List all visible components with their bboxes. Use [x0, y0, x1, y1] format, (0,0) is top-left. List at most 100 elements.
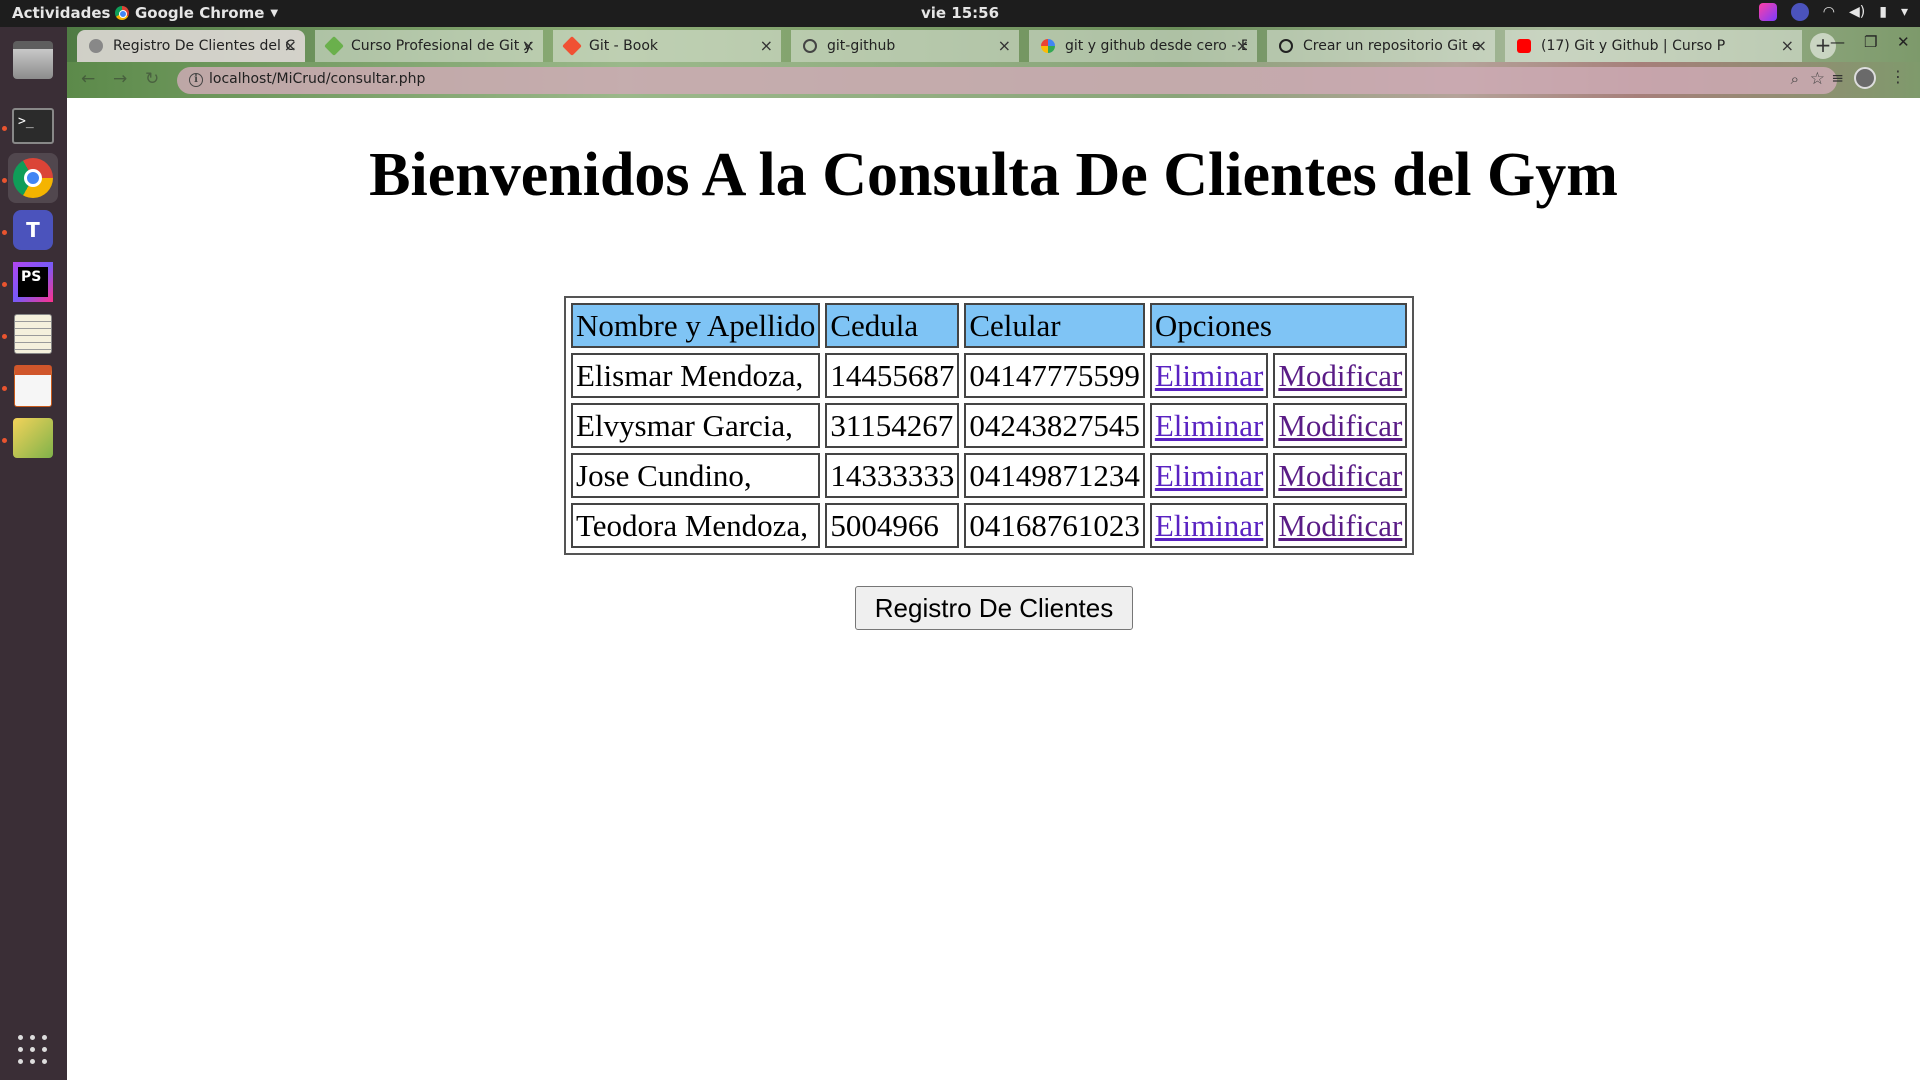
app-grid-icon[interactable] — [18, 1035, 48, 1065]
youtube-icon — [1517, 39, 1531, 53]
text-editor-icon — [14, 314, 52, 354]
tab-git-book[interactable]: Git - Book × — [553, 30, 781, 62]
caret-down-icon[interactable]: ▾ — [1901, 4, 1908, 20]
git-icon — [562, 36, 582, 56]
tab-title: git y github desde cero - B — [1065, 38, 1247, 54]
close-icon[interactable]: × — [522, 30, 535, 62]
dock-image-viewer[interactable] — [8, 413, 58, 463]
link-icon — [1279, 39, 1293, 53]
close-icon[interactable]: × — [998, 30, 1011, 62]
volume-icon[interactable]: ◀) — [1849, 4, 1865, 20]
plus-icon: + — [1814, 33, 1832, 57]
header-opciones: Opciones — [1149, 303, 1408, 348]
url-text[interactable]: localhost/MiCrud/consultar.php — [209, 71, 425, 87]
dock-terminal[interactable]: >_ — [8, 101, 58, 151]
forward-icon[interactable]: → — [113, 69, 127, 89]
cell-eliminar: Eliminar — [1149, 353, 1269, 398]
terminal-icon: >_ — [12, 108, 54, 144]
tab-title: (17) Git y Github | Curso P — [1541, 38, 1726, 54]
tab-youtube[interactable]: (17) Git y Github | Curso P × — [1505, 30, 1802, 62]
cell-nombre: Jose Cundino, — [571, 453, 821, 498]
tab-google-search[interactable]: git y github desde cero - B × — [1029, 30, 1257, 62]
cell-celular: 04147775599 — [964, 353, 1145, 398]
image-viewer-icon — [13, 418, 53, 458]
tab-crear-repositorio[interactable]: Crear un repositorio Git e × — [1267, 30, 1495, 62]
google-icon — [1041, 39, 1055, 53]
table-row: Elvysmar Garcia, 31154267 04243827545 El… — [571, 403, 1408, 448]
close-icon[interactable]: × — [1236, 30, 1249, 62]
header-cedula: Cedula — [825, 303, 960, 348]
teams-icon: T — [13, 210, 53, 250]
tab-title: Git - Book — [589, 38, 659, 54]
avatar[interactable] — [1854, 67, 1876, 89]
globe-icon — [803, 39, 817, 53]
menu-icon[interactable]: ⋮ — [1890, 67, 1906, 86]
clientes-table: Nombre y Apellido Cedula Celular Opcione… — [564, 296, 1415, 555]
cell-cedula: 14333333 — [825, 453, 960, 498]
wifi-icon[interactable]: ◠ — [1823, 4, 1835, 20]
battery-icon[interactable]: ▮ — [1879, 4, 1887, 20]
cell-cedula: 14455687 — [825, 353, 960, 398]
eliminar-link[interactable]: Eliminar — [1155, 458, 1263, 493]
eliminar-link[interactable]: Eliminar — [1155, 508, 1263, 543]
tray-app-icon[interactable] — [1758, 3, 1777, 21]
cell-modificar: Modificar — [1273, 453, 1408, 498]
phpstorm-icon: PS — [13, 262, 53, 302]
close-icon[interactable]: × — [1781, 30, 1794, 62]
registro-clientes-button[interactable]: Registro De Clientes — [855, 586, 1133, 630]
system-tray[interactable]: ◠ ◀) ▮ ▾ — [1758, 3, 1908, 21]
teams-tray-icon[interactable] — [1790, 3, 1809, 21]
tab-strip: Registro De Clientes del C × Curso Profe… — [67, 27, 1920, 62]
dock-text-editor[interactable] — [8, 309, 58, 359]
chrome-icon — [13, 158, 53, 198]
cell-eliminar: Eliminar — [1149, 403, 1269, 448]
running-indicator — [2, 230, 7, 235]
table-header-row: Nombre y Apellido Cedula Celular Opcione… — [571, 303, 1408, 348]
cell-cedula: 5004966 — [825, 503, 960, 548]
platzi-icon — [324, 36, 344, 56]
address-bar[interactable]: i localhost/MiCrud/consultar.php ⌕ ☆ — [177, 67, 1837, 94]
star-icon[interactable]: ☆ — [1810, 69, 1825, 89]
gnome-top-bar: Actividades Google Chrome ▼ vie 15:56 ◠ … — [0, 0, 1920, 27]
eliminar-link[interactable]: Eliminar — [1155, 358, 1263, 393]
reload-icon[interactable]: ↻ — [145, 69, 159, 89]
running-indicator — [2, 178, 7, 183]
cell-eliminar: Eliminar — [1149, 453, 1269, 498]
info-icon[interactable]: i — [189, 73, 203, 87]
zoom-icon[interactable]: ⌕ — [1791, 70, 1799, 88]
close-icon[interactable]: × — [1474, 30, 1487, 62]
header-celular: Celular — [964, 303, 1145, 348]
cell-celular: 04168761023 — [964, 503, 1145, 548]
modificar-link[interactable]: Modificar — [1278, 508, 1402, 543]
impress-icon — [14, 365, 52, 407]
dock-impress[interactable] — [8, 361, 58, 411]
back-icon[interactable]: ← — [81, 69, 95, 89]
cell-celular: 04243827545 — [964, 403, 1145, 448]
dock-files[interactable] — [8, 35, 58, 85]
header-nombre: Nombre y Apellido — [571, 303, 821, 348]
tab-registro[interactable]: Registro De Clientes del C × — [77, 30, 305, 62]
cell-celular: 04149871234 — [964, 453, 1145, 498]
tab-git-github[interactable]: git-github × — [791, 30, 1019, 62]
dock-phpstorm[interactable]: PS — [8, 257, 58, 307]
media-control-icon[interactable]: ≡ — [1831, 69, 1844, 87]
dock-chrome[interactable] — [8, 153, 58, 203]
table-row: Jose Cundino, 14333333 04149871234 Elimi… — [571, 453, 1408, 498]
close-window-icon[interactable]: ✕ — [1897, 33, 1910, 51]
running-indicator — [2, 438, 7, 443]
running-indicator — [2, 386, 7, 391]
close-icon[interactable]: × — [760, 30, 773, 62]
modificar-link[interactable]: Modificar — [1278, 408, 1402, 443]
cell-modificar: Modificar — [1273, 403, 1408, 448]
tab-curso-git[interactable]: Curso Profesional de Git y × — [315, 30, 543, 62]
eliminar-link[interactable]: Eliminar — [1155, 408, 1263, 443]
close-icon[interactable]: × — [284, 30, 297, 62]
minimize-icon[interactable]: — — [1830, 33, 1845, 51]
modificar-link[interactable]: Modificar — [1278, 358, 1402, 393]
clock[interactable]: vie 15:56 — [0, 4, 1920, 22]
cell-eliminar: Eliminar — [1149, 503, 1269, 548]
cell-cedula: 31154267 — [825, 403, 960, 448]
dock-teams[interactable]: T — [8, 205, 58, 255]
modificar-link[interactable]: Modificar — [1278, 458, 1402, 493]
maximize-icon[interactable]: ❐ — [1864, 33, 1877, 51]
